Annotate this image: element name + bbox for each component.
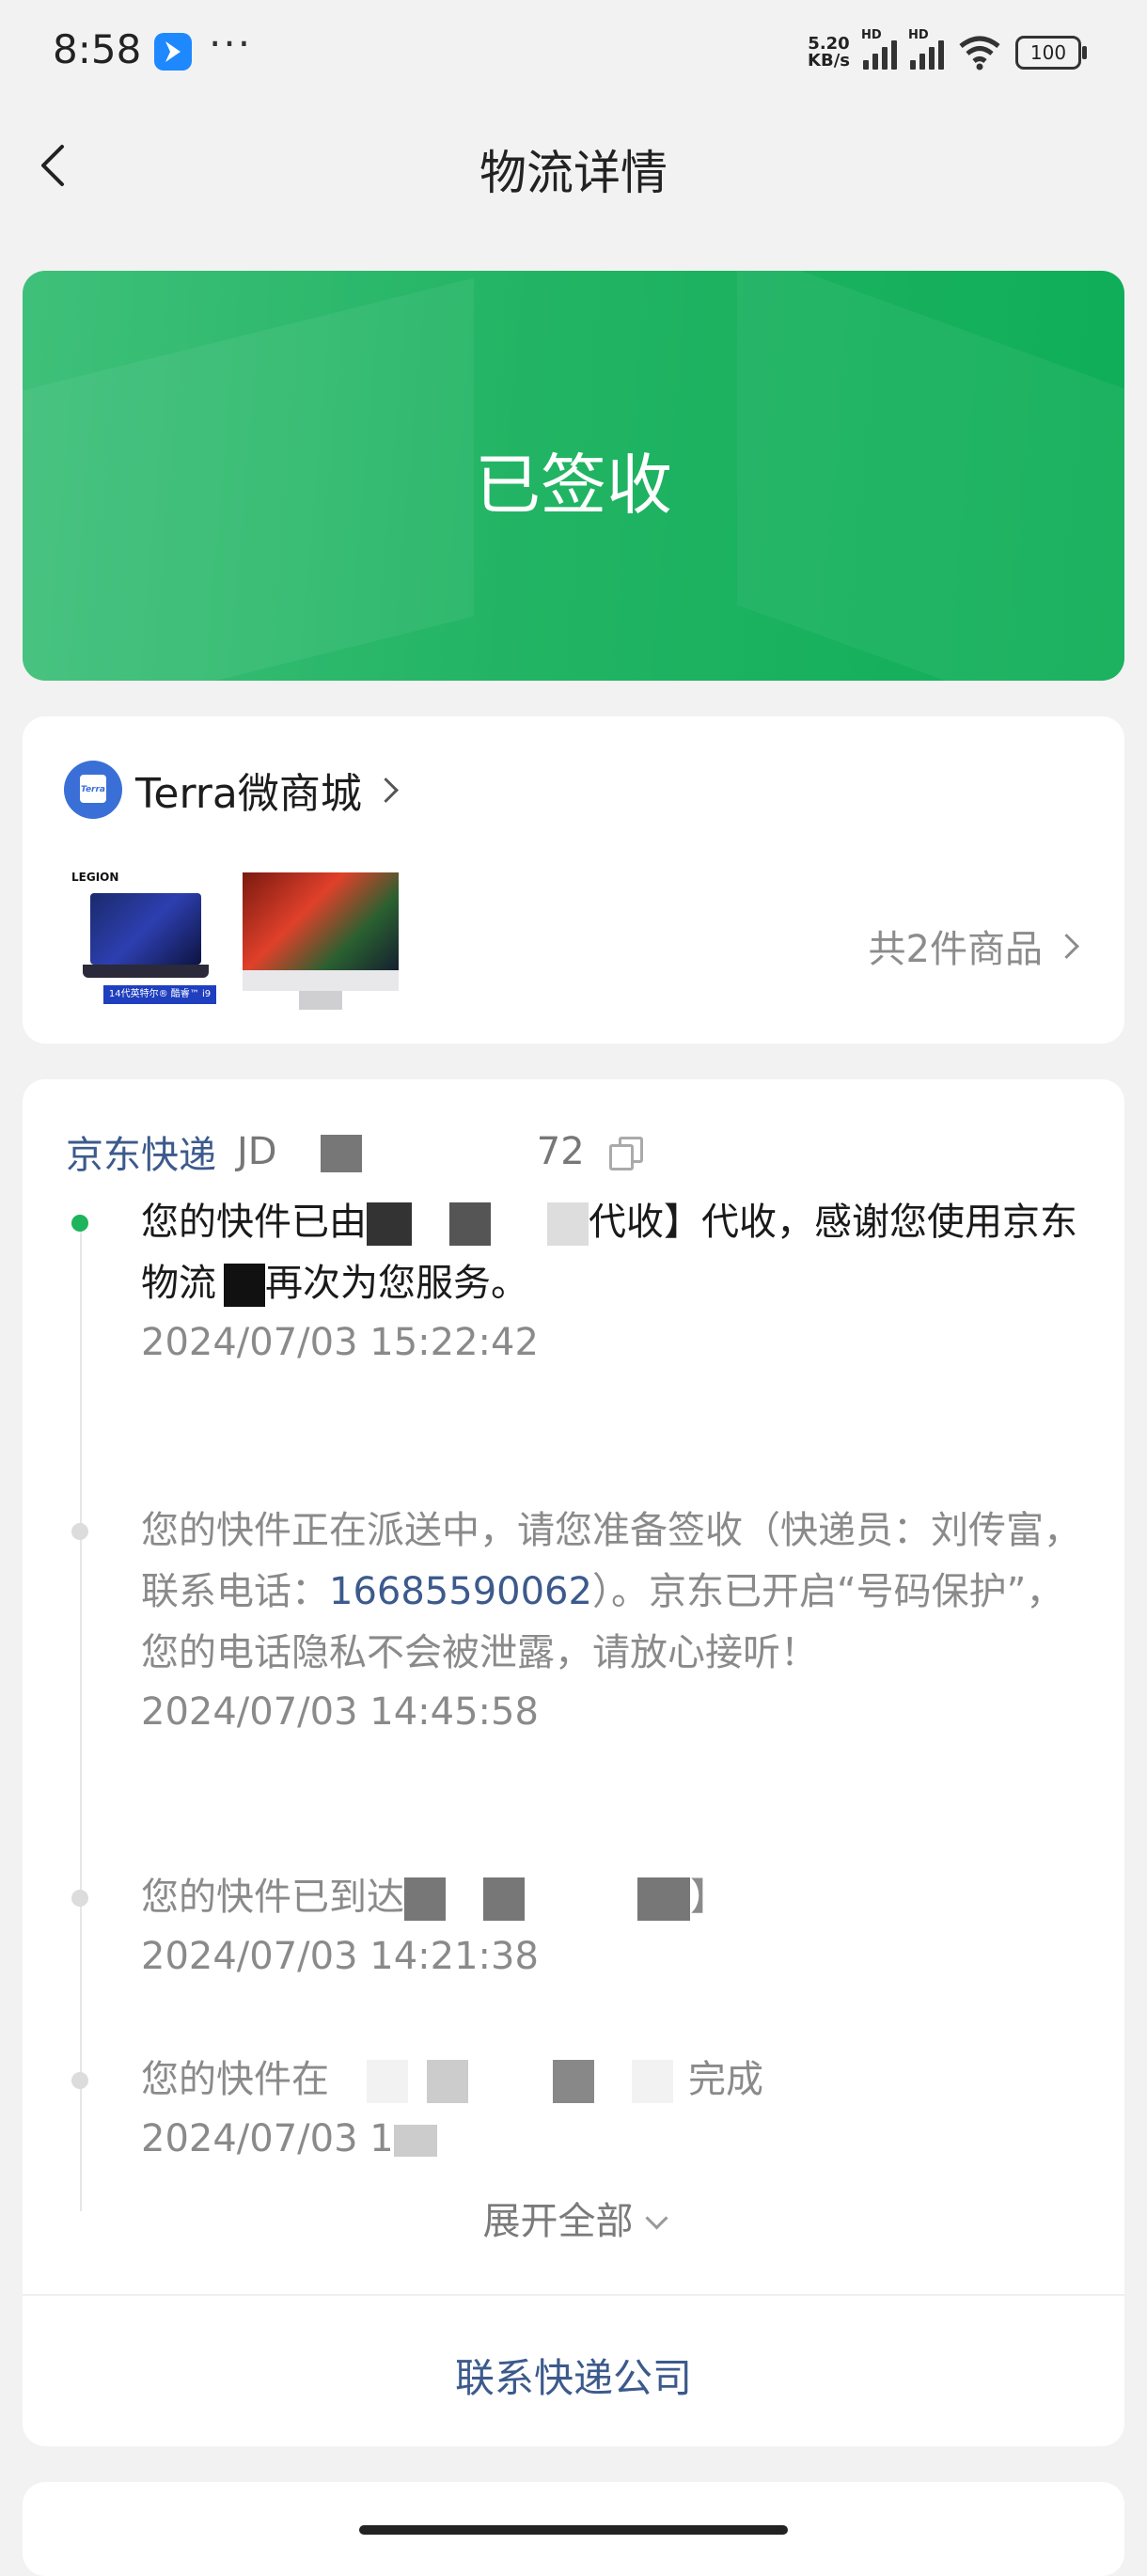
delivery-status-banner: 已签收 bbox=[23, 271, 1124, 681]
tracking-number: JD 72 bbox=[237, 1130, 585, 1173]
chevron-down-icon bbox=[644, 2207, 668, 2230]
redacted-block bbox=[224, 1264, 265, 1307]
product-thumbnail-laptop[interactable]: LEGION 14代英特尔® 酷睿™ i9 bbox=[64, 865, 224, 1025]
redacted-block bbox=[393, 2125, 437, 2157]
order-shop-card: Terra Terra微商城 LEGION 14代英特尔® 酷睿™ i9 共2件… bbox=[23, 716, 1124, 1044]
clock: 8:58 bbox=[53, 26, 142, 72]
items-count: 共2件商品 bbox=[868, 928, 1043, 971]
status-icons: 5.20 KB/s HD HD 100 bbox=[808, 28, 1087, 73]
chevron-right-icon bbox=[372, 777, 399, 803]
more-notifications-icon: ··· bbox=[209, 21, 253, 67]
copy-icon[interactable] bbox=[608, 1137, 643, 1170]
shop-name: Terra微商城 bbox=[135, 770, 362, 818]
nav-bar: 物流详情 bbox=[0, 103, 1147, 226]
redacted-block bbox=[367, 1202, 412, 1246]
redacted-block bbox=[547, 1202, 589, 1246]
contact-courier-button[interactable]: 联系快递公司 bbox=[23, 2347, 1124, 2404]
divider bbox=[23, 2294, 1124, 2296]
signal-icon-2: HD bbox=[908, 28, 944, 70]
timeline-dot bbox=[71, 1523, 88, 1540]
courier-phone-link[interactable]: 16685590062 bbox=[329, 1570, 592, 1613]
tracking-timeline: 您的快件已由 代收】代收，感谢您使用京东物流 再次为您服务。 2024/07/03 … bbox=[23, 1192, 1124, 2236]
home-indicator[interactable] bbox=[359, 2525, 788, 2535]
timeline-event: 您的快件正在派送中，请您准备签收（快递员：刘传富，联系电话：1668559006… bbox=[71, 1500, 1091, 1740]
timeline-event: 您的快件已由 代收】代收，感谢您使用京东物流 再次为您服务。 2024/07/03 … bbox=[71, 1192, 1091, 1371]
signal-icon: HD bbox=[861, 28, 897, 70]
battery-icon: 100 bbox=[1015, 36, 1087, 70]
delivery-status: 已签收 bbox=[475, 447, 672, 524]
redacted-block bbox=[637, 1877, 690, 1921]
status-bar: 8:58 ··· 5.20 KB/s HD HD 100 bbox=[0, 0, 1147, 103]
product-thumbnails[interactable]: LEGION 14代英特尔® 酷睿™ i9 bbox=[64, 865, 401, 1025]
expand-all-button[interactable]: 展开全部 bbox=[23, 2191, 1124, 2245]
redacted-block bbox=[483, 1877, 525, 1921]
shop-link[interactable]: Terra Terra微商城 bbox=[64, 760, 399, 820]
timeline-dot bbox=[71, 1890, 88, 1907]
page-title: 物流详情 bbox=[479, 146, 668, 200]
timeline-event: 您的快件在 完成 2024/07/03 1 bbox=[71, 2050, 1091, 2167]
product-thumbnail-monitor[interactable] bbox=[241, 865, 401, 1025]
network-speed: 5.20 KB/s bbox=[808, 34, 850, 71]
wifi-icon bbox=[959, 36, 1000, 71]
redacted-block bbox=[404, 1877, 446, 1921]
redacted-block bbox=[367, 2060, 408, 2103]
timeline-event: 您的快件已到达】 2024/07/03 14:21:38 bbox=[71, 1867, 1091, 1985]
redacted-block bbox=[632, 2060, 673, 2103]
app-notification-icon bbox=[154, 33, 192, 71]
carrier-name: 京东快递 bbox=[66, 1134, 216, 1177]
redacted-block bbox=[449, 1202, 491, 1246]
redacted-block bbox=[427, 2060, 468, 2103]
shop-logo-icon: Terra bbox=[64, 761, 122, 819]
redacted-block bbox=[321, 1135, 363, 1172]
carrier-info: 京东快递 JD 72 bbox=[66, 1124, 643, 1179]
timeline-dot bbox=[71, 2072, 88, 2089]
items-count-link[interactable]: 共2件商品 bbox=[868, 919, 1079, 973]
redacted-block bbox=[553, 2060, 594, 2103]
chevron-right-icon bbox=[1054, 933, 1079, 959]
timeline-dot-active bbox=[71, 1215, 88, 1232]
logistics-card: 京东快递 JD 72 您的快件已由 代收】代收，感谢您使用京东物流 再次为您服务。 … bbox=[23, 1079, 1124, 2446]
